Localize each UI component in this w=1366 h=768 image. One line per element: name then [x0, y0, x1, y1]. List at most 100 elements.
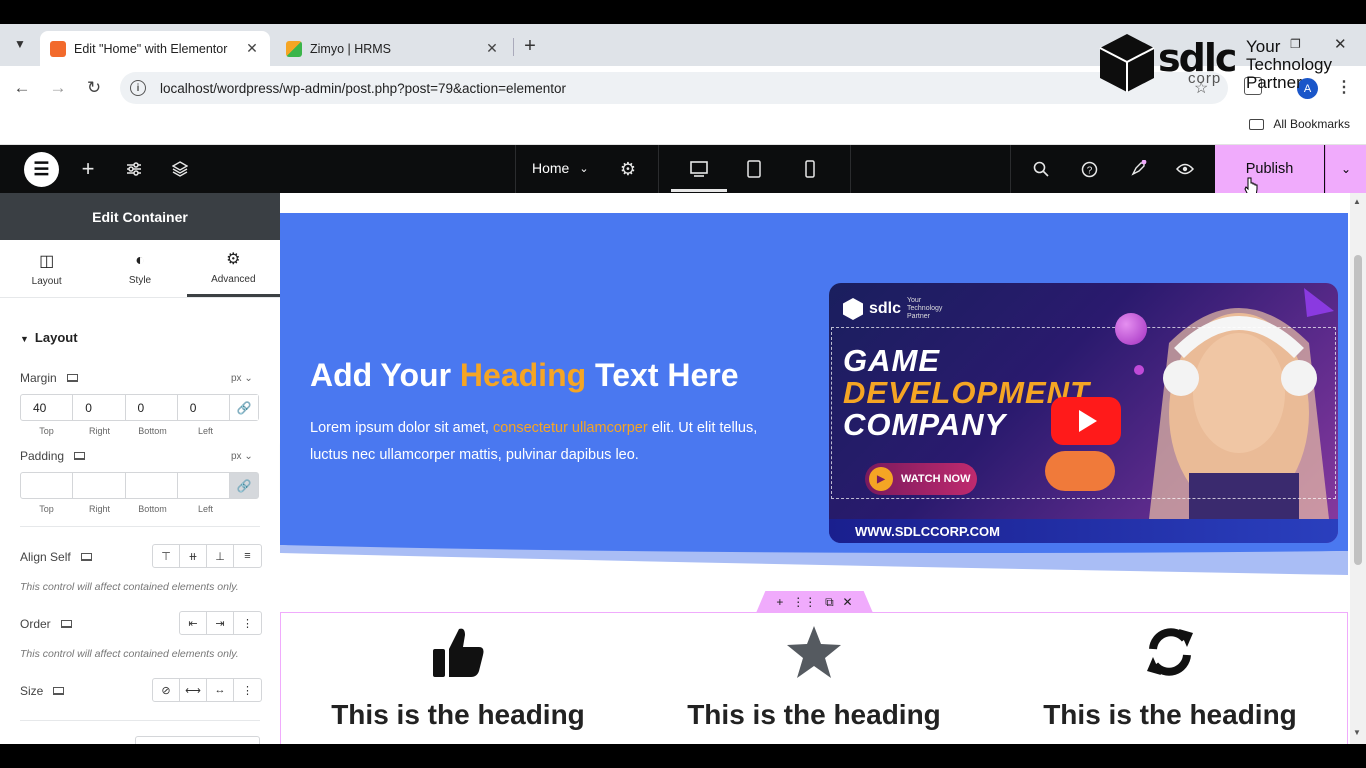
responsive-desktop-icon[interactable]: [53, 687, 65, 695]
close-tab-icon[interactable]: ✕: [484, 40, 500, 57]
hero-section[interactable]: Add Your Heading Text Here Lorem ipsum d…: [280, 213, 1348, 575]
window-close-icon[interactable]: ✕: [1334, 35, 1347, 53]
url-text: localhost/wordpress/wp-admin/post.php?po…: [160, 80, 566, 96]
add-icon[interactable]: +: [776, 595, 783, 609]
size-shrink-icon[interactable]: ↔: [207, 679, 234, 701]
close-tab-icon[interactable]: ✕: [244, 40, 260, 57]
more-options-icon[interactable]: ⋮: [234, 679, 261, 701]
tagline-line: Technology: [1246, 55, 1333, 74]
drag-handle-icon[interactable]: ⋮⋮: [792, 595, 816, 609]
elementor-menu-button[interactable]: ☰: [24, 152, 59, 187]
new-tab-icon[interactable]: +: [518, 34, 542, 58]
video-widget[interactable]: sdlc Your Technology Partner GAME DEVELO…: [829, 283, 1338, 543]
padding-unit-select[interactable]: px ⌄: [231, 451, 253, 462]
youtube-play-button[interactable]: [1051, 397, 1121, 445]
tablet-device-icon[interactable]: [742, 157, 766, 181]
margin-left-input[interactable]: 0: [178, 395, 230, 420]
order-start-icon[interactable]: ⇤: [180, 612, 207, 634]
forward-icon[interactable]: →: [46, 76, 70, 100]
tab-search-icon[interactable]: ▼: [8, 32, 32, 56]
duplicate-icon[interactable]: ⧉: [825, 595, 834, 610]
site-info-icon[interactable]: i: [130, 80, 146, 96]
padding-left-input[interactable]: [178, 473, 230, 498]
margin-unit-select[interactable]: px ⌄: [231, 373, 253, 384]
video-logo: sdlc Your Technology Partner: [843, 297, 947, 321]
margin-bottom-input[interactable]: 0: [126, 395, 178, 420]
link-values-icon[interactable]: 🔗: [230, 473, 258, 498]
hero-heading[interactable]: Add Your Heading Text Here: [310, 357, 739, 394]
decorative-orb: [1115, 313, 1147, 345]
align-end-icon[interactable]: ⊥: [207, 545, 234, 567]
help-icon[interactable]: ?: [1077, 157, 1101, 181]
more-options-icon[interactable]: ⋮: [234, 612, 261, 634]
responsive-desktop-icon[interactable]: [74, 452, 86, 460]
responsive-desktop-icon[interactable]: [80, 553, 92, 561]
link-values-icon[interactable]: 🔗: [230, 395, 258, 420]
margin-right-input[interactable]: 0: [73, 395, 126, 420]
tab-advanced[interactable]: ⚙ Advanced: [186, 240, 280, 297]
scrollbar-thumb[interactable]: [1354, 255, 1362, 565]
tab-style[interactable]: ◐ Style: [93, 240, 186, 297]
heading-part: Text Here: [586, 357, 739, 393]
tab-zimyo[interactable]: Zimyo | HRMS ✕: [276, 31, 510, 66]
container-handle[interactable]: + ⋮⋮ ⧉ ✕: [756, 591, 873, 613]
align-start-icon[interactable]: ⊤: [153, 545, 180, 567]
publish-button[interactable]: Publish: [1215, 145, 1324, 193]
responsive-desktop-icon[interactable]: [60, 620, 72, 628]
responsive-desktop-icon[interactable]: [66, 374, 78, 382]
mobile-device-icon[interactable]: [798, 157, 822, 181]
size-none-icon[interactable]: ⊘: [153, 679, 180, 701]
control-label: Order: [20, 617, 51, 631]
canvas-scrollbar[interactable]: ▲ ▼: [1350, 193, 1366, 744]
divider: [1010, 145, 1011, 193]
feature-box-2[interactable]: This is the heading: [664, 621, 964, 731]
feature-box-3[interactable]: This is the heading: [1020, 621, 1320, 731]
site-settings-icon[interactable]: [122, 157, 146, 181]
padding-dim-labels: Top Right Bottom Left: [20, 504, 232, 514]
divider: [20, 720, 260, 721]
hero-text[interactable]: Lorem ipsum dolor sit amet, consectetur …: [310, 415, 790, 469]
bookmarks-bar: All Bookmarks: [0, 110, 1366, 145]
margin-top-input[interactable]: 40: [21, 395, 74, 420]
scroll-up-icon[interactable]: ▲: [1353, 197, 1361, 206]
order-end-icon[interactable]: ⇥: [207, 612, 234, 634]
back-icon[interactable]: ←: [10, 76, 34, 100]
desktop-device-icon[interactable]: [687, 157, 711, 181]
window-restore-icon[interactable]: ❐: [1290, 37, 1301, 51]
search-icon[interactable]: [1029, 157, 1053, 181]
padding-inputs: 🔗: [20, 472, 259, 499]
page-name: Home: [532, 160, 570, 176]
tagline-line: Partner: [1246, 73, 1302, 92]
scroll-down-icon[interactable]: ▼: [1353, 728, 1361, 737]
add-element-icon[interactable]: +: [76, 156, 100, 181]
reload-icon[interactable]: ↻: [82, 76, 106, 100]
align-center-icon[interactable]: ⧺: [180, 545, 207, 567]
page-settings-gear-icon[interactable]: ⚙: [616, 157, 640, 181]
tab-elementor[interactable]: Edit "Home" with Elementor ✕: [40, 31, 270, 66]
padding-bottom-input[interactable]: [126, 473, 178, 498]
screen: ▼ Edit "Home" with Elementor ✕ Zimyo | H…: [0, 0, 1366, 768]
style-icon: ◐: [135, 251, 145, 269]
padding-right-input[interactable]: [73, 473, 126, 498]
position-select[interactable]: [135, 736, 260, 744]
publish-options-chevron-icon[interactable]: ⌄: [1325, 145, 1366, 193]
all-bookmarks-button[interactable]: All Bookmarks: [1249, 117, 1350, 131]
size-grow-icon[interactable]: ⟷: [180, 679, 207, 701]
address-bar[interactable]: i localhost/wordpress/wp-admin/post.php?…: [120, 72, 1228, 104]
structure-layers-icon[interactable]: [168, 157, 192, 181]
thumbs-up-icon: [308, 621, 608, 683]
feature-box-1[interactable]: This is the heading: [308, 621, 608, 731]
tab-layout[interactable]: ◫ Layout: [0, 240, 93, 297]
all-bookmarks-label: All Bookmarks: [1273, 117, 1350, 131]
align-stretch-icon[interactable]: ≡: [234, 545, 261, 567]
page-selector[interactable]: Home ⌄: [532, 160, 589, 176]
star-icon: [664, 621, 964, 683]
notifications-rocket-icon[interactable]: [1126, 157, 1150, 181]
dim-label: Right: [88, 426, 110, 436]
delete-icon[interactable]: ✕: [842, 595, 852, 609]
gear-icon: ⚙: [226, 251, 241, 268]
layout-section-toggle[interactable]: ▼ Layout: [20, 330, 78, 345]
padding-top-input[interactable]: [21, 473, 74, 498]
control-label: Margin: [20, 371, 57, 385]
preview-eye-icon[interactable]: [1173, 157, 1197, 181]
